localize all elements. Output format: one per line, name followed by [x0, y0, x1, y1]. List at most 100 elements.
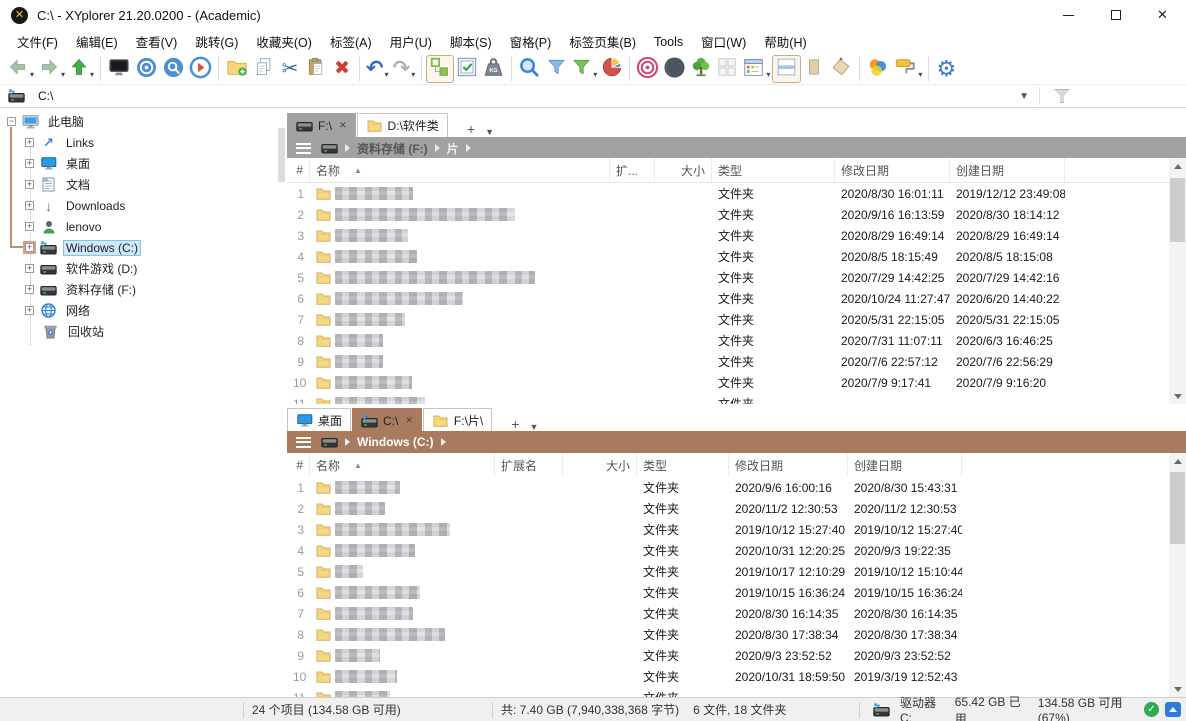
file-row[interactable]: 8文件夹2020/8/30 17:38:342020/8/30 17:38:34 [287, 624, 1169, 645]
toolbar-redo-button[interactable]: ↷▾ [391, 55, 418, 83]
file-name-cell[interactable] [310, 607, 495, 620]
tree-expander-icon[interactable]: + [25, 243, 34, 252]
toolbar-new-folder-button[interactable] [223, 55, 251, 83]
new-tab-button[interactable]: + [505, 416, 525, 432]
tab-label[interactable]: 桌面 [318, 412, 342, 429]
file-row[interactable]: 5文件夹2020/7/29 14:42:252020/7/29 14:42:16 [287, 267, 1169, 288]
file-row[interactable]: 9文件夹2020/9/3 23:52:522020/9/3 23:52:52 [287, 645, 1169, 666]
toolbar-filter-button[interactable] [543, 55, 569, 83]
file-row[interactable]: 4文件夹2020/10/31 12:20:252020/9/3 19:22:35 [287, 540, 1169, 561]
tree-item-6[interactable]: +Windows (C:) [25, 237, 141, 258]
toolbar-grid-button[interactable] [714, 55, 740, 83]
tree-scrollbar-thumb[interactable] [278, 128, 285, 182]
file-row[interactable]: 1文件夹2020/8/30 16:01:112019/12/12 23:49:0… [287, 183, 1169, 204]
tree-item-8[interactable]: +资料存储 (F:) [25, 279, 139, 300]
tab-0[interactable]: 桌面 [287, 408, 351, 432]
toolbar-tree-button[interactable] [688, 55, 714, 83]
tree-expander-icon[interactable]: + [25, 285, 34, 294]
address-bar[interactable]: C:\ ▼ [0, 85, 1186, 108]
menu-item-9[interactable]: 标签页集(B) [560, 29, 645, 54]
menu-item-8[interactable]: 窗格(P) [501, 29, 561, 54]
toolbar-gear-button[interactable]: ⚙ [933, 55, 959, 83]
tree-item-label[interactable]: Downloads [63, 198, 128, 214]
dropdown-caret-icon[interactable]: ▾ [918, 70, 922, 83]
breadcrumb-segment[interactable]: 资料存储 (F:) [357, 140, 428, 157]
menu-item-3[interactable]: 跳转(G) [186, 29, 247, 54]
tree-item-label[interactable]: 桌面 [63, 154, 93, 173]
menu-item-5[interactable]: 标签(A) [321, 29, 381, 54]
file-name-cell[interactable] [310, 271, 610, 284]
file-name-cell[interactable] [310, 376, 610, 389]
toolbar-zoom-circle-button[interactable] [160, 55, 187, 83]
column-header-3[interactable]: 大小 [563, 453, 637, 477]
toolbar-go-circle-button[interactable] [187, 55, 214, 83]
tab-close-icon[interactable]: ✕ [405, 415, 413, 426]
toolbar-details-button[interactable]: ▾ [740, 55, 772, 83]
file-name-cell[interactable] [310, 250, 610, 263]
tree-item-label[interactable]: 文档 [63, 175, 93, 194]
menu-item-10[interactable]: Tools [645, 32, 692, 52]
tree-expander-icon[interactable]: + [25, 201, 34, 210]
toolbar-paste-button[interactable] [303, 55, 329, 83]
tree-item-10[interactable]: 回收站 [25, 321, 107, 342]
toolbar-forward-button[interactable]: ▾ [36, 55, 67, 83]
breadcrumb-segment[interactable]: 片 [447, 140, 459, 157]
file-row[interactable]: 3文件夹2020/8/29 16:49:142020/8/29 16:49:14 [287, 225, 1169, 246]
tree-item-9[interactable]: +网络 [25, 300, 93, 321]
file-name-cell[interactable] [310, 523, 495, 536]
tree-expander-icon[interactable]: − [7, 117, 16, 126]
scroll-up-icon[interactable] [1169, 453, 1186, 469]
file-row[interactable]: 11文件夹 [287, 687, 1169, 697]
toolbar-up-button[interactable]: ▾ [67, 55, 96, 83]
toolbar-pie-button[interactable] [599, 55, 625, 83]
toolbar-target-button[interactable] [133, 55, 160, 83]
address-dropdown-icon[interactable]: ▼ [1019, 91, 1029, 102]
file-row[interactable]: 6文件夹2019/10/15 16:36:242019/10/15 16:36:… [287, 582, 1169, 603]
scroll-down-icon[interactable] [1169, 681, 1186, 697]
file-name-cell[interactable] [310, 481, 495, 494]
column-header-3[interactable]: 大小 [655, 158, 712, 182]
tree-item-7[interactable]: +软件游戏 (D:) [25, 258, 140, 279]
dropdown-caret-icon[interactable]: ▾ [411, 70, 415, 83]
tree-expander-icon[interactable]: + [25, 159, 34, 168]
toolbar-pane-single-button[interactable] [801, 55, 827, 83]
vertical-scrollbar[interactable] [1169, 158, 1186, 404]
file-row[interactable]: 10文件夹2020/7/9 9:17:412020/7/9 9:16:20 [287, 372, 1169, 393]
hamburger-menu-icon[interactable] [296, 437, 311, 448]
tab-list-button[interactable]: ▼ [481, 127, 498, 137]
file-name-cell[interactable] [310, 544, 495, 557]
dropdown-caret-icon[interactable]: ▾ [30, 70, 34, 83]
new-tab-button[interactable]: + [461, 121, 481, 137]
toolbar-split-horizontal-button[interactable] [772, 55, 801, 83]
breadcrumb-segment[interactable]: Windows (C:) [357, 435, 434, 449]
dropdown-caret-icon[interactable]: ▾ [385, 70, 389, 83]
menu-item-1[interactable]: 编辑(E) [67, 29, 127, 54]
tab-1[interactable]: C:\✕ [352, 408, 422, 432]
tree-item-0[interactable]: −此电脑 [7, 111, 87, 132]
tree-expander-icon[interactable]: + [25, 138, 34, 147]
tab-label[interactable]: F:\ [318, 119, 332, 133]
file-name-cell[interactable] [310, 586, 495, 599]
scrollbar-thumb[interactable] [1170, 472, 1185, 544]
column-header-2[interactable]: 扩... [610, 158, 655, 182]
column-header-6[interactable]: 创建日期 [848, 453, 962, 477]
tab-label[interactable]: F:\片\ [454, 412, 483, 429]
file-row[interactable]: 9文件夹2020/7/6 22:57:122020/7/6 22:56:29 [287, 351, 1169, 372]
column-header-4[interactable]: 类型 [637, 453, 729, 477]
tree-item-4[interactable]: +↓Downloads [25, 195, 128, 216]
toolbar-undo-button[interactable]: ↶▾ [364, 55, 391, 83]
scroll-up-icon[interactable] [1169, 158, 1186, 174]
scrollbar-thumb[interactable] [1170, 178, 1185, 242]
tree-expander-icon[interactable]: + [25, 180, 34, 189]
file-name-cell[interactable] [310, 565, 495, 578]
tab-2[interactable]: F:\片\ [423, 408, 492, 432]
file-row[interactable]: 3文件夹2019/10/12 15:27:402019/10/12 15:27:… [287, 519, 1169, 540]
toolbar-search-button[interactable] [516, 55, 543, 83]
column-header-0[interactable]: # [287, 453, 310, 477]
dropdown-caret-icon[interactable]: ▾ [766, 70, 770, 83]
menu-item-2[interactable]: 查看(V) [127, 29, 187, 54]
menu-item-11[interactable]: 窗口(W) [692, 29, 755, 54]
menu-item-0[interactable]: 文件(F) [8, 29, 67, 54]
menu-item-6[interactable]: 用户(U) [381, 29, 441, 54]
file-name-cell[interactable] [310, 187, 610, 200]
